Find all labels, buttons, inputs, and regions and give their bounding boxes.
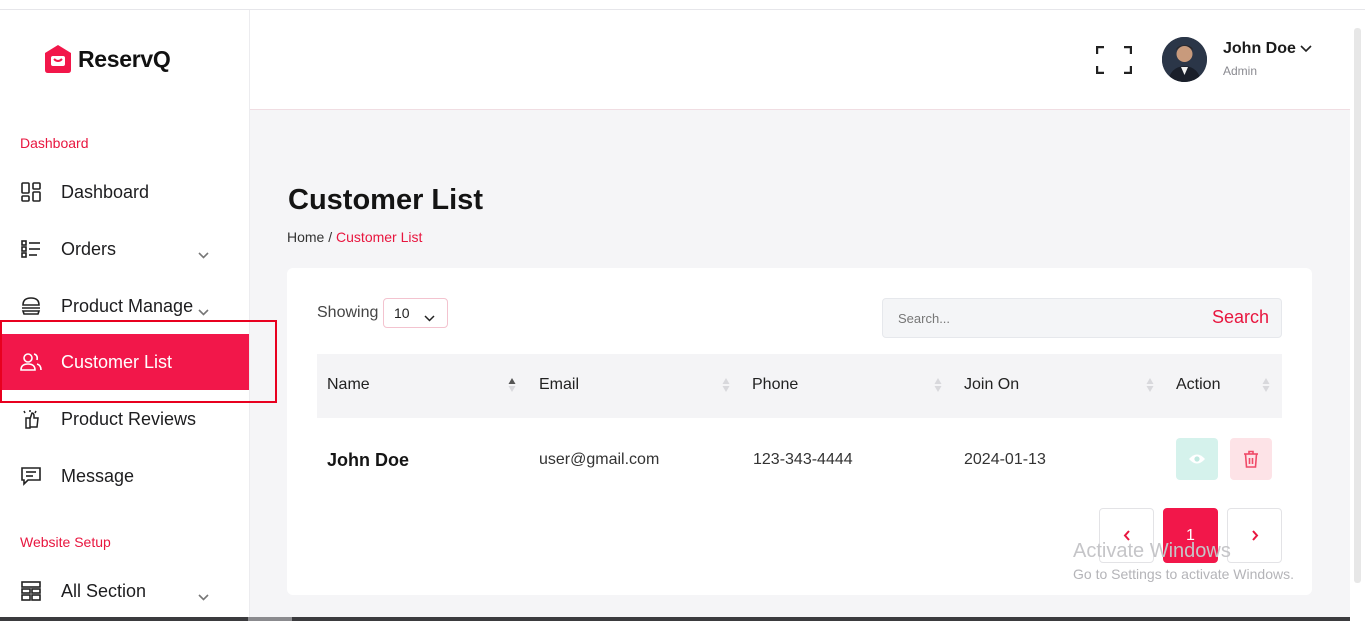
list-icon bbox=[20, 238, 42, 260]
delete-button[interactable] bbox=[1230, 438, 1272, 480]
top-header: John Doe Admin bbox=[250, 10, 1350, 110]
table-header: Name Email Phone Join On Action bbox=[317, 354, 1282, 418]
sort-icon[interactable] bbox=[934, 377, 942, 393]
breadcrumb-current: Customer List bbox=[336, 229, 423, 245]
top-edge bbox=[0, 0, 1365, 10]
sidebar: ReservQ Dashboard Dashboard Orders Produ… bbox=[0, 10, 250, 621]
breadcrumb: Home / Customer List bbox=[287, 229, 422, 245]
user-name: John Doe bbox=[1223, 40, 1296, 57]
sort-icon[interactable] bbox=[722, 377, 730, 393]
search-box: Search bbox=[882, 298, 1282, 338]
horizontal-scrollbar[interactable] bbox=[0, 617, 1350, 621]
showing-label: Showing bbox=[317, 304, 379, 321]
sidebar-item-dashboard[interactable]: Dashboard bbox=[0, 164, 249, 220]
user-menu[interactable]: John Doe bbox=[1223, 40, 1312, 58]
table-row: John Doe user@gmail.com 123-343-4444 202… bbox=[317, 418, 1282, 502]
burger-icon bbox=[20, 295, 42, 317]
message-icon bbox=[20, 465, 42, 487]
sidebar-item-label: Orders bbox=[61, 238, 117, 259]
brand-logo[interactable]: ReservQ bbox=[44, 44, 171, 74]
column-header-email[interactable]: Email bbox=[539, 376, 579, 394]
avatar[interactable] bbox=[1162, 37, 1207, 82]
column-header-action: Action bbox=[1176, 376, 1221, 393]
sidebar-item-orders[interactable]: Orders bbox=[0, 221, 249, 277]
fullscreen-icon[interactable] bbox=[1095, 45, 1133, 75]
sidebar-item-label: Dashboard bbox=[61, 181, 150, 202]
sort-icon[interactable] bbox=[1262, 377, 1270, 393]
cell-phone: 123-343-4444 bbox=[753, 451, 853, 468]
chevron-down-icon bbox=[198, 300, 209, 321]
page-size-select[interactable]: 10 bbox=[383, 298, 448, 328]
chevron-right-icon bbox=[1251, 530, 1258, 541]
sections-icon bbox=[20, 580, 42, 602]
section-title-dashboard: Dashboard bbox=[20, 135, 89, 151]
chevron-down-icon bbox=[424, 309, 435, 325]
pagination-next-button[interactable] bbox=[1227, 508, 1282, 563]
cell-name: John Doe bbox=[327, 450, 410, 470]
column-header-name[interactable]: Name bbox=[327, 376, 370, 394]
sidebar-item-label: Message bbox=[61, 465, 135, 486]
chevron-down-icon bbox=[198, 243, 209, 264]
cell-email: user@gmail.com bbox=[539, 451, 660, 468]
sidebar-item-label: All Section bbox=[61, 580, 147, 601]
chevron-down-icon bbox=[198, 585, 209, 606]
view-button[interactable] bbox=[1176, 438, 1218, 480]
breadcrumb-separator: / bbox=[328, 229, 333, 245]
sidebar-item-message[interactable]: Message bbox=[0, 448, 249, 504]
cell-join-on: 2024-01-13 bbox=[964, 451, 1046, 468]
selection-highlight bbox=[0, 320, 277, 403]
search-button[interactable]: Search bbox=[1212, 307, 1269, 328]
chevron-down-icon bbox=[1300, 40, 1312, 58]
page-size-value: 10 bbox=[394, 305, 410, 321]
logo-icon bbox=[44, 44, 72, 74]
scrollbar-thumb[interactable] bbox=[248, 617, 292, 621]
sidebar-item-all-section[interactable]: All Section bbox=[0, 563, 249, 619]
scrollbar-thumb[interactable] bbox=[1354, 28, 1361, 583]
breadcrumb-home[interactable]: Home bbox=[287, 229, 324, 245]
eye-icon bbox=[1189, 454, 1205, 464]
os-activation-watermark-subtitle: Go to Settings to activate Windows. bbox=[1073, 566, 1294, 582]
section-title-website-setup: Website Setup bbox=[20, 534, 111, 550]
column-header-phone[interactable]: Phone bbox=[752, 376, 798, 394]
reviews-icon bbox=[20, 408, 42, 430]
sort-icon[interactable] bbox=[1146, 377, 1154, 393]
brand-name: ReservQ bbox=[78, 45, 171, 72]
trash-icon bbox=[1244, 450, 1258, 468]
os-activation-watermark-title: Activate Windows bbox=[1073, 540, 1231, 562]
page-title: Customer List bbox=[288, 184, 483, 216]
search-input[interactable] bbox=[883, 299, 1193, 337]
sidebar-item-label: Product Manage bbox=[61, 295, 194, 316]
user-role: Admin bbox=[1223, 64, 1258, 78]
dashboard-grid-icon bbox=[20, 181, 42, 203]
column-header-join-on[interactable]: Join On bbox=[964, 376, 1019, 394]
vertical-scrollbar[interactable] bbox=[1350, 10, 1365, 621]
sort-asc-icon[interactable] bbox=[508, 377, 516, 393]
sidebar-item-label: Product Reviews bbox=[61, 408, 197, 429]
